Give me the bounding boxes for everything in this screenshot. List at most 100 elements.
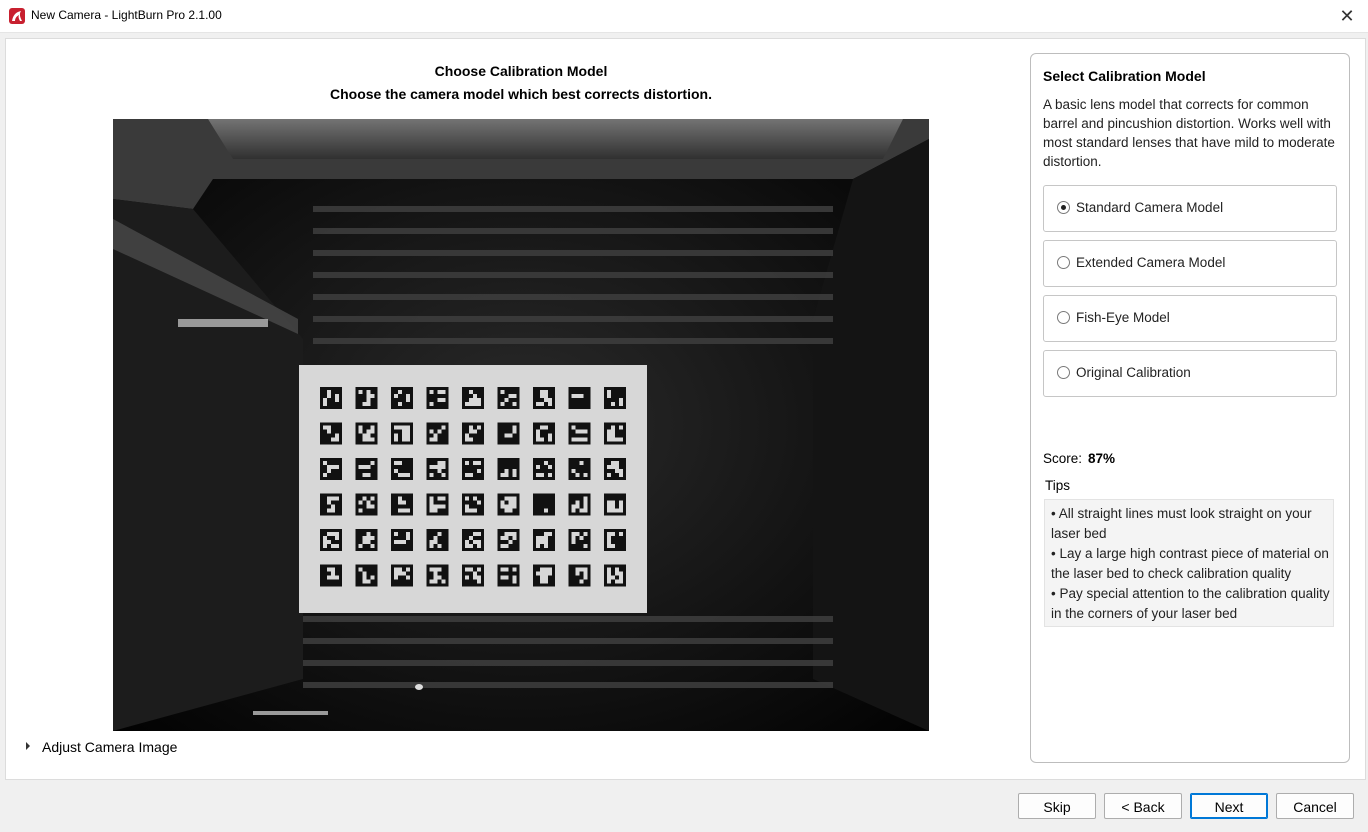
marker-cell: [370, 429, 375, 434]
radio-extended[interactable]: [1057, 256, 1070, 269]
marker-cell: [477, 469, 481, 473]
radio-standard[interactable]: [1057, 201, 1070, 214]
marker-cell: [477, 567, 481, 572]
marker-cell: [394, 394, 398, 398]
marker-cell: [571, 508, 576, 513]
marker-cell: [394, 433, 398, 438]
marker-cell: [579, 429, 584, 434]
marker-cell: [512, 575, 517, 580]
marker-cell: [477, 425, 481, 430]
option-label: Extended Camera Model: [1076, 255, 1226, 270]
marker-cell: [433, 437, 438, 442]
marker-cell: [335, 437, 339, 442]
marker-cell: [571, 437, 576, 442]
marker-cell: [402, 433, 406, 438]
marker-cell: [607, 536, 611, 540]
marker-cell: [544, 425, 548, 430]
marker-cell: [473, 508, 477, 513]
back-button[interactable]: < Back: [1104, 793, 1182, 819]
marker-cell: [579, 508, 584, 513]
option-original-calibration[interactable]: Original Calibration: [1043, 350, 1337, 397]
marker-cell: [611, 544, 615, 548]
title-bar: New Camera - LightBurn Pro 2.1.00 ✕: [0, 0, 1368, 33]
marker-cell: [607, 508, 611, 513]
cancel-button[interactable]: Cancel: [1276, 793, 1354, 819]
marker-cell: [548, 567, 552, 572]
marker-cell: [433, 571, 438, 576]
option-standard-camera-model[interactable]: Standard Camera Model: [1043, 185, 1337, 232]
marker-cell: [370, 544, 375, 548]
marker-cell: [504, 469, 509, 473]
marker-cell: [500, 402, 505, 406]
marker-cell: [508, 394, 513, 398]
window-title: New Camera - LightBurn Pro 2.1.00: [31, 8, 222, 22]
marker-cell: [362, 473, 367, 477]
marker-cell: [473, 571, 477, 576]
score-label: Score:: [1043, 451, 1083, 466]
marker-cell: [433, 465, 438, 469]
marker-cell: [500, 504, 505, 509]
marker-cell: [362, 571, 367, 576]
close-icon[interactable]: ✕: [1332, 1, 1362, 31]
marker-cell: [362, 575, 367, 580]
lightburn-logo-icon: [9, 8, 25, 24]
marker-cell: [469, 473, 473, 477]
marker-cell: [398, 390, 402, 394]
marker-cell: [544, 544, 548, 548]
marker-cell: [437, 465, 442, 469]
marker-cell: [327, 496, 331, 501]
marker-cell: [331, 437, 335, 442]
marker-cell: [607, 465, 611, 469]
marker-cell: [611, 437, 615, 442]
marker-cell: [406, 575, 410, 580]
marker-cell: [544, 398, 548, 402]
marker-cell: [575, 571, 580, 576]
marker-cell: [607, 437, 611, 442]
marker-cell: [441, 504, 446, 509]
marker-cell: [544, 508, 548, 513]
marker-cell: [327, 390, 331, 394]
radio-original[interactable]: [1057, 366, 1070, 379]
marker-cell: [406, 425, 410, 430]
marker-cell: [437, 567, 442, 572]
marker-cell: [433, 579, 438, 584]
radio-fish-eye[interactable]: [1057, 311, 1070, 324]
marker-cell: [469, 402, 473, 406]
option-extended-camera-model[interactable]: Extended Camera Model: [1043, 240, 1337, 287]
marker-cell: [402, 425, 406, 430]
marker-cell: [607, 579, 611, 584]
marker-cell: [540, 390, 544, 394]
marker-cell: [611, 429, 615, 434]
marker-cell: [433, 540, 438, 544]
marker-cell: [358, 390, 363, 394]
marker-cell: [437, 544, 442, 548]
marker-cell: [607, 544, 611, 548]
adjust-camera-image-expander[interactable]: Adjust Camera Image: [26, 739, 177, 757]
marker-cell: [441, 398, 446, 402]
marker-cell: [370, 425, 375, 430]
marker-cell: [465, 437, 469, 442]
marker-cell: [327, 394, 331, 398]
marker-cell: [362, 433, 367, 438]
marker-cell: [441, 496, 446, 501]
marker-cell: [366, 540, 371, 544]
marker-cell: [402, 437, 406, 442]
marker-cell: [540, 473, 544, 477]
marker-cell: [465, 544, 469, 548]
marker-cell: [327, 465, 331, 469]
skip-button[interactable]: Skip: [1018, 793, 1096, 819]
next-button[interactable]: Next: [1190, 793, 1268, 819]
marker-cell: [607, 540, 611, 544]
marker-cell: [611, 425, 615, 430]
marker-cell: [437, 390, 442, 394]
marker-cell: [398, 540, 402, 544]
adjust-camera-image-label: Adjust Camera Image: [42, 739, 178, 755]
marker-cell: [370, 437, 375, 442]
marker-cell: [571, 425, 576, 430]
marker-cell: [575, 567, 580, 572]
marker-cell: [512, 429, 517, 434]
marker-cell: [504, 544, 509, 548]
option-fish-eye-model[interactable]: Fish-Eye Model: [1043, 295, 1337, 342]
marker-cell: [611, 500, 615, 505]
marker-cell: [619, 508, 623, 513]
